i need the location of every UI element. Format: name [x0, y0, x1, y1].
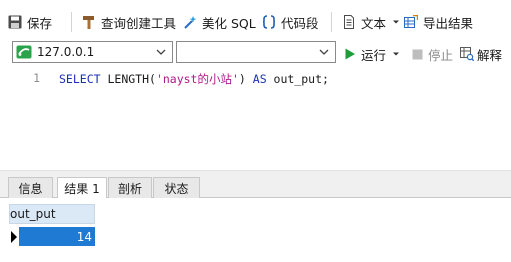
run-button[interactable]: 运行 [344, 44, 400, 64]
keyword-as: AS [245, 72, 267, 86]
tab-result-1[interactable]: 结果 1 [57, 177, 107, 199]
result-grid: out_put 14 [0, 198, 511, 262]
save-button[interactable]: 保存 [8, 12, 52, 32]
database-select[interactable] [176, 41, 336, 63]
explain-icon [460, 47, 474, 61]
chevron-down-icon [156, 49, 166, 55]
stop-button[interactable]: 停止 [412, 44, 453, 64]
column-header-out-put[interactable]: out_put [9, 204, 95, 224]
tab-info[interactable]: 信息 [8, 177, 53, 198]
text-view-button[interactable]: 文本 [342, 12, 400, 32]
toolbar-separator [331, 12, 332, 32]
connection-select[interactable]: 127.0.0.1 [12, 41, 173, 63]
connection-value: 127.0.0.1 [37, 45, 95, 59]
column-alias: out_put; [266, 72, 329, 86]
explain-button[interactable]: 解释 [460, 44, 502, 64]
tab-status[interactable]: 状态 [153, 177, 200, 198]
main-toolbar: 保存 查询创建工具 美化 SQL 代码段 文本 导出结果 [0, 0, 511, 40]
save-icon [8, 15, 22, 29]
export-grid-icon [404, 15, 418, 28]
row-pointer-icon [11, 231, 17, 243]
keyword-select: SELECT [59, 72, 101, 86]
function-call: LENGTH( [100, 72, 156, 86]
export-results-button[interactable]: 导出结果 [404, 12, 473, 32]
connection-icon [16, 45, 32, 59]
result-tabs: 信息 结果 1 剖析 状态 [0, 176, 511, 199]
code-line[interactable]: SELECT LENGTH('nayst的小站') AS out_put; [59, 71, 329, 87]
sql-editor[interactable]: 1 SELECT LENGTH('nayst的小站') AS out_put; [0, 66, 511, 170]
line-number: 1 [33, 71, 40, 85]
code-snippet-button[interactable]: 代码段 [262, 12, 319, 32]
toolbar-separator [71, 12, 72, 32]
string-literal: 'nayst的小站' [155, 72, 239, 86]
magic-wand-icon [184, 16, 197, 29]
close-paren: ) [238, 72, 246, 86]
play-icon [345, 48, 355, 60]
stop-icon [412, 49, 423, 59]
result-cell[interactable]: 14 [19, 227, 95, 246]
query-builder-button[interactable]: 查询创建工具 [82, 12, 176, 32]
column-header-label: out_put [10, 207, 56, 221]
hammer-icon [83, 16, 94, 29]
chevron-down-icon[interactable] [392, 50, 400, 58]
beautify-sql-button[interactable]: 美化 SQL [183, 12, 256, 32]
chevron-down-icon[interactable] [392, 18, 400, 26]
connection-toolbar: 127.0.0.1 运行 停止 解释 [0, 40, 511, 68]
document-icon [344, 15, 354, 29]
tab-profile[interactable]: 剖析 [108, 177, 152, 198]
braces-icon [262, 15, 276, 29]
chevron-down-icon [319, 49, 329, 55]
